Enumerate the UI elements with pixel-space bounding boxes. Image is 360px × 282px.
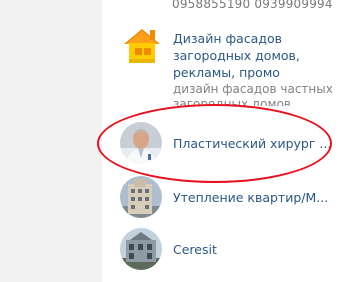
item-title-line-3[interactable]: рекламы, промо — [173, 64, 280, 81]
building-avatar — [120, 228, 162, 270]
building-avatar — [120, 176, 162, 218]
list-item-insulation[interactable]: Утепление квартир/М... — [120, 176, 350, 220]
list-item-ceresit[interactable]: Ceresit — [120, 228, 350, 272]
item-title-line-1[interactable]: Дизайн фасадов — [173, 30, 282, 47]
house-icon — [120, 24, 162, 66]
item-title[interactable]: Ceresit — [173, 241, 217, 258]
highlight-oval — [97, 104, 332, 183]
page: 0958855190 0939909994 Дизайн фасадов заг… — [0, 0, 360, 282]
item-title[interactable]: Утепление квартир/М... — [173, 189, 328, 206]
item-subtitle-line-1: дизайн фасадов частных — [173, 82, 333, 96]
list-item-facade-design[interactable]: Дизайн фасадов загородных домов, рекламы… — [120, 20, 350, 110]
phone-numbers: 0958855190 0939909994 — [172, 0, 333, 11]
item-title-line-2[interactable]: загородных домов, — [173, 47, 300, 64]
